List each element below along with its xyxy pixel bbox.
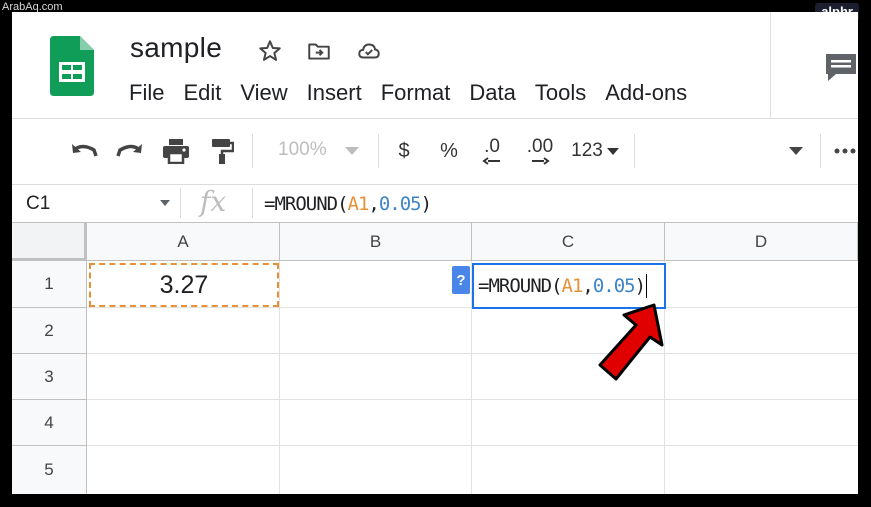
print-button[interactable] [158, 134, 194, 168]
decrease-decimal-label: .0 [484, 136, 500, 157]
toolbar-separator [820, 134, 821, 168]
decrease-decimal-button[interactable]: .0 [474, 134, 510, 168]
star-icon[interactable] [257, 38, 283, 64]
menu-file[interactable]: File [129, 80, 164, 110]
formula-prefix: =MROUND( [264, 193, 349, 215]
paint-format-button[interactable] [205, 134, 239, 168]
more-horizontal-icon [834, 148, 856, 154]
document-title[interactable]: sample [130, 32, 222, 64]
chevron-down-icon [789, 147, 803, 155]
row-header-2[interactable]: 2 [12, 308, 87, 354]
grid-line [279, 261, 280, 494]
undo-button[interactable] [66, 134, 102, 168]
formula-close: ) [420, 193, 432, 215]
zoom-select[interactable]: 100% [278, 139, 327, 161]
cell-formula-number: 0.05 [592, 275, 636, 297]
cell-formula-comma: , [582, 275, 593, 297]
column-header-b[interactable]: B [280, 223, 472, 261]
menu-edit[interactable]: Edit [183, 80, 221, 110]
formula-input[interactable]: =MROUND(A1,0.05) [264, 193, 432, 215]
header-divider [770, 12, 771, 118]
formula-bar-separator [180, 188, 181, 218]
name-box[interactable]: C1 [26, 193, 50, 215]
row-header-4[interactable]: 4 [12, 400, 87, 446]
row-header-1[interactable]: 1 [12, 261, 87, 308]
sheets-logo-icon[interactable] [50, 36, 94, 96]
toolbar-top-border [12, 118, 858, 119]
formula-number: 0.05 [378, 193, 422, 215]
text-cursor [646, 274, 648, 298]
formula-bar-top-border [12, 184, 858, 185]
more-formats-label: 123 [571, 140, 603, 161]
column-header-c[interactable]: C [472, 223, 665, 261]
menu-tools[interactable]: Tools [535, 80, 586, 110]
percent-format-button[interactable]: % [434, 134, 464, 168]
currency-format-button[interactable]: $ [390, 134, 418, 168]
toolbar-separator [634, 134, 635, 168]
cloud-saved-icon[interactable] [356, 38, 382, 64]
arrow-right-icon [532, 157, 550, 165]
menu-add-ons[interactable]: Add-ons [605, 80, 687, 110]
menu-insert[interactable]: Insert [307, 80, 362, 110]
more-toolbar-button[interactable] [832, 134, 858, 168]
select-all-corner[interactable] [12, 223, 87, 261]
menu-view[interactable]: View [240, 80, 287, 110]
paint-format-icon [212, 139, 234, 164]
cell-formula-prefix: =MROUND( [478, 275, 563, 297]
menu-format[interactable]: Format [381, 80, 451, 110]
formula-comma: , [368, 193, 379, 215]
zoom-dropdown[interactable] [340, 134, 364, 168]
row-header-3[interactable]: 3 [12, 354, 87, 400]
chevron-down-icon[interactable] [160, 200, 170, 206]
column-header-a[interactable]: A [87, 223, 280, 261]
undo-icon [72, 144, 98, 157]
increase-decimal-button[interactable]: .00 [520, 134, 560, 168]
arrow-left-icon [482, 157, 500, 165]
redo-button[interactable] [112, 134, 148, 168]
increase-decimal-label: .00 [526, 136, 554, 157]
menu-bar: File Edit View Insert Format Data Tools … [129, 80, 706, 110]
percent-label: % [440, 139, 458, 162]
chevron-down-icon [345, 147, 359, 155]
formula-help-badge[interactable]: ? [452, 266, 470, 294]
red-pointer-arrow-icon [598, 303, 664, 381]
comment-history-icon[interactable] [824, 50, 858, 84]
formula-bar-separator [252, 188, 253, 218]
toolbar-separator [252, 134, 253, 168]
cell-formula-close: ) [634, 275, 646, 297]
spreadsheet-grid: A B C D 1 2 3 4 5 3.27 ? =MROUND(A1, 0.05… [12, 222, 858, 494]
grid-line [87, 445, 858, 446]
cell-a1[interactable]: 3.27 [89, 263, 279, 307]
cell-formula-ref: A1 [561, 275, 584, 297]
column-header-d[interactable]: D [665, 223, 858, 261]
font-dropdown[interactable] [784, 134, 808, 168]
chevron-down-icon [606, 147, 619, 155]
currency-label: $ [398, 139, 410, 162]
more-formats-button[interactable]: 123 [566, 134, 624, 168]
print-icon [163, 139, 189, 164]
menu-data[interactable]: Data [469, 80, 515, 110]
fx-icon: fx [200, 185, 227, 218]
toolbar-separator [378, 134, 379, 168]
row-header-5[interactable]: 5 [12, 446, 87, 494]
formula-ref: A1 [347, 193, 370, 215]
redo-icon [116, 144, 142, 157]
grid-line [87, 353, 858, 354]
sheets-window: sample File Edit View Insert Format Data… [12, 12, 858, 494]
move-to-folder-icon[interactable] [306, 38, 332, 64]
grid-line [87, 399, 858, 400]
